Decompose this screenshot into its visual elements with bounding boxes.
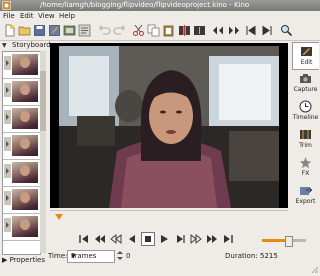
insert-after-icon[interactable]	[260, 24, 273, 37]
cut-icon[interactable]	[132, 24, 145, 37]
paste-icon[interactable]	[162, 24, 175, 37]
join-scenes-icon[interactable]	[193, 24, 206, 37]
stop-icon[interactable]	[141, 232, 155, 246]
status-row: Time: 0 Duration: 5215	[0, 250, 320, 262]
volume-slider-handle[interactable]	[285, 236, 293, 247]
new-file-icon[interactable]	[3, 24, 16, 37]
go-to-start-icon[interactable]	[77, 232, 91, 246]
storyboard-expander-icon[interactable]: ▼	[2, 42, 7, 49]
save-icon[interactable]	[33, 24, 46, 37]
storyboard-thumbnail[interactable]	[3, 187, 40, 214]
duration-label: Duration: 5215	[225, 252, 278, 260]
rewind-icon[interactable]	[109, 232, 123, 246]
export-frame-icon[interactable]	[63, 24, 76, 37]
storyboard-thumbnail[interactable]	[3, 160, 40, 187]
playhead-marker[interactable]	[55, 214, 63, 220]
scene-icon	[4, 56, 11, 70]
storyboard-thumbnail[interactable]	[3, 106, 40, 133]
sidebar-item-fx[interactable]: FX	[292, 154, 319, 180]
sidebar-item-label: FX	[301, 170, 310, 177]
position-scrub-bar[interactable]	[50, 210, 288, 224]
menu-bar: File Edit View Help	[0, 11, 320, 22]
properties-icon[interactable]	[78, 24, 91, 37]
sidebar-item-label: Capture	[293, 86, 318, 93]
move-right-icon[interactable]	[227, 24, 240, 37]
sidebar-item-export[interactable]: Export	[292, 182, 319, 208]
copy-icon[interactable]	[147, 24, 160, 37]
storyboard-thumbnail[interactable]	[3, 79, 40, 106]
sidebar-item-trim[interactable]: Trim	[292, 126, 319, 152]
sidebar-item-label: Export	[295, 198, 316, 205]
menu-help[interactable]: Help	[59, 12, 75, 21]
storyboard-thumbnail[interactable]	[3, 133, 40, 160]
scene-icon	[4, 83, 11, 97]
video-preview-frame	[50, 43, 288, 208]
scene-icon	[4, 164, 11, 178]
sidebar-item-edit[interactable]: Edit	[292, 42, 319, 70]
sidebar-item-label: Edit	[300, 59, 313, 66]
time-label: Time:	[48, 252, 68, 260]
video-preview	[59, 46, 279, 208]
export-icon	[299, 184, 312, 197]
volume-slider[interactable]	[262, 236, 306, 247]
resize-grip-icon[interactable]	[311, 266, 319, 274]
fx-icon	[299, 156, 312, 169]
sidebar-item-capture[interactable]: Capture	[292, 70, 319, 96]
chevron-down-icon: ▼	[71, 253, 76, 260]
next-scene-icon[interactable]	[205, 232, 219, 246]
scene-icon	[4, 110, 11, 124]
transport-controls	[50, 232, 233, 246]
save-as-icon[interactable]	[48, 24, 61, 37]
sidebar-item-label: Timeline	[292, 114, 319, 121]
window-title: /home/liamgh/blogging/flipvideo/flipvide…	[40, 1, 250, 9]
main-toolbar	[0, 22, 320, 41]
fast-forward-icon[interactable]	[189, 232, 203, 246]
sidebar-item-timeline[interactable]: Timeline	[292, 98, 319, 124]
previous-frame-icon[interactable]	[125, 232, 139, 246]
insert-before-icon[interactable]	[245, 24, 258, 37]
storyboard-thumbnail[interactable]	[3, 52, 40, 79]
menu-file[interactable]: File	[3, 12, 15, 21]
previous-scene-icon[interactable]	[93, 232, 107, 246]
storyboard-thumbnail[interactable]	[3, 214, 40, 241]
scene-icon	[4, 218, 11, 232]
title-bar: /home/liamgh/blogging/flipvideo/flipvide…	[0, 0, 320, 11]
move-left-icon[interactable]	[212, 24, 225, 37]
undo-icon[interactable]	[98, 24, 111, 37]
scene-icon	[4, 191, 11, 205]
capture-icon	[299, 72, 312, 85]
play-icon[interactable]	[157, 232, 171, 246]
time-format-select[interactable]: Frames ▼	[67, 250, 115, 263]
storyboard-scrollbar[interactable]	[40, 51, 46, 253]
frame-value: 0	[126, 252, 131, 260]
timeline-icon	[299, 100, 312, 113]
scene-icon	[4, 137, 11, 151]
storyboard-label: Storyboard	[12, 41, 51, 49]
edit-icon	[300, 45, 313, 58]
open-folder-icon[interactable]	[18, 24, 31, 37]
go-to-end-icon[interactable]	[221, 232, 235, 246]
storyboard-panel[interactable]	[2, 51, 41, 255]
menu-edit[interactable]: Edit	[20, 12, 34, 21]
redo-icon[interactable]	[113, 24, 126, 37]
zoom-icon[interactable]	[280, 24, 293, 37]
split-scene-icon[interactable]	[178, 24, 191, 37]
kino-app-icon	[2, 1, 11, 10]
frame-spinner[interactable]	[116, 250, 124, 261]
trim-icon	[299, 128, 312, 141]
next-frame-icon[interactable]	[173, 232, 187, 246]
mode-sidebar: Edit Capture Timeline Trim FX Export	[292, 42, 319, 212]
menu-view[interactable]: View	[38, 12, 55, 21]
sidebar-item-label: Trim	[299, 142, 312, 149]
